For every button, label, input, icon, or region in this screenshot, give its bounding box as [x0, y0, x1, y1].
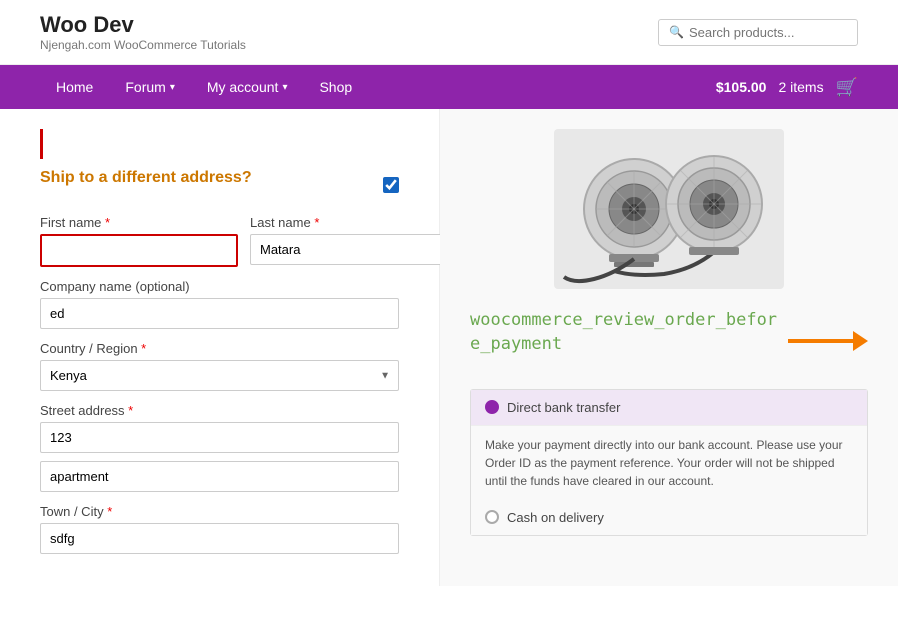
payment-label-bank: Direct bank transfer	[507, 400, 620, 415]
last-name-input[interactable]	[250, 234, 446, 265]
payment-option-bank[interactable]: Direct bank transfer	[471, 390, 867, 426]
site-nav: Home Forum ▾ My account ▾ Shop $105.00 2…	[0, 65, 898, 109]
nav-item-myaccount[interactable]: My account ▾	[191, 65, 304, 109]
ship-checkbox[interactable]	[383, 177, 399, 193]
search-icon: 🔍	[669, 25, 684, 39]
site-header: Woo Dev Njengah.com WooCommerce Tutorial…	[0, 0, 898, 65]
payment-description: Make your payment directly into our bank…	[471, 426, 867, 500]
company-input[interactable]	[40, 298, 399, 329]
product-image-area	[470, 129, 868, 289]
nav-item-shop[interactable]: Shop	[303, 65, 368, 109]
country-group: Country / Region * Kenya Uganda Tanzania	[40, 341, 399, 391]
form-panel: Ship to a different address? First name …	[0, 109, 440, 586]
country-label: Country / Region *	[40, 341, 399, 356]
city-label: Town / City *	[40, 504, 399, 519]
site-branding: Woo Dev Njengah.com WooCommerce Tutorial…	[40, 12, 246, 52]
country-select-wrapper: Kenya Uganda Tanzania	[40, 360, 399, 391]
street-group: Street address *	[40, 403, 399, 453]
street-input[interactable]	[40, 422, 399, 453]
nav-item-home[interactable]: Home	[40, 65, 109, 109]
hook-text-row: woocommerce_review_order_before_payment	[470, 309, 868, 373]
company-group: Company name (optional)	[40, 279, 399, 329]
site-tagline: Njengah.com WooCommerce Tutorials	[40, 38, 246, 52]
hook-text: woocommerce_review_order_before_payment	[470, 309, 778, 357]
apt-input[interactable]	[40, 461, 399, 492]
cart-items-count: 2 items	[778, 79, 823, 95]
first-name-label: First name *	[40, 215, 238, 230]
nav-right: $105.00 2 items 🛒	[716, 77, 858, 98]
nav-left: Home Forum ▾ My account ▾ Shop	[40, 65, 368, 109]
radio-bank[interactable]	[485, 400, 499, 414]
first-name-input[interactable]	[40, 234, 238, 267]
payment-section: Direct bank transfer Make your payment d…	[470, 389, 868, 536]
product-image	[554, 129, 784, 289]
payment-label-cash: Cash on delivery	[507, 510, 604, 525]
apt-group	[40, 461, 399, 492]
chevron-down-icon: ▾	[282, 82, 287, 93]
cart-amount: $105.00	[716, 79, 767, 95]
ship-title: Ship to a different address?	[40, 169, 252, 187]
first-name-group: First name *	[40, 215, 238, 267]
payment-option-cash[interactable]: Cash on delivery	[471, 500, 867, 535]
country-select[interactable]: Kenya Uganda Tanzania	[40, 360, 399, 391]
site-title: Woo Dev	[40, 12, 246, 38]
main-content: Ship to a different address? First name …	[0, 109, 898, 586]
top-border-line	[40, 129, 399, 159]
search-bar[interactable]: 🔍	[658, 19, 858, 46]
company-label: Company name (optional)	[40, 279, 399, 294]
name-row: First name * Last name *	[40, 215, 399, 267]
orange-arrow-icon	[788, 326, 868, 356]
chevron-down-icon: ▾	[170, 82, 175, 93]
last-name-group: Last name *	[250, 215, 446, 267]
right-panel: woocommerce_review_order_before_payment …	[440, 109, 898, 586]
last-name-label: Last name *	[250, 215, 446, 230]
city-input[interactable]	[40, 523, 399, 554]
cart-icon[interactable]: 🛒	[836, 77, 858, 98]
radio-cash[interactable]	[485, 510, 499, 524]
arrow-area	[788, 326, 868, 356]
city-group: Town / City *	[40, 504, 399, 554]
nav-item-forum[interactable]: Forum ▾	[109, 65, 190, 109]
search-input[interactable]	[689, 25, 847, 40]
ship-address-row: Ship to a different address?	[40, 169, 399, 201]
street-label: Street address *	[40, 403, 399, 418]
